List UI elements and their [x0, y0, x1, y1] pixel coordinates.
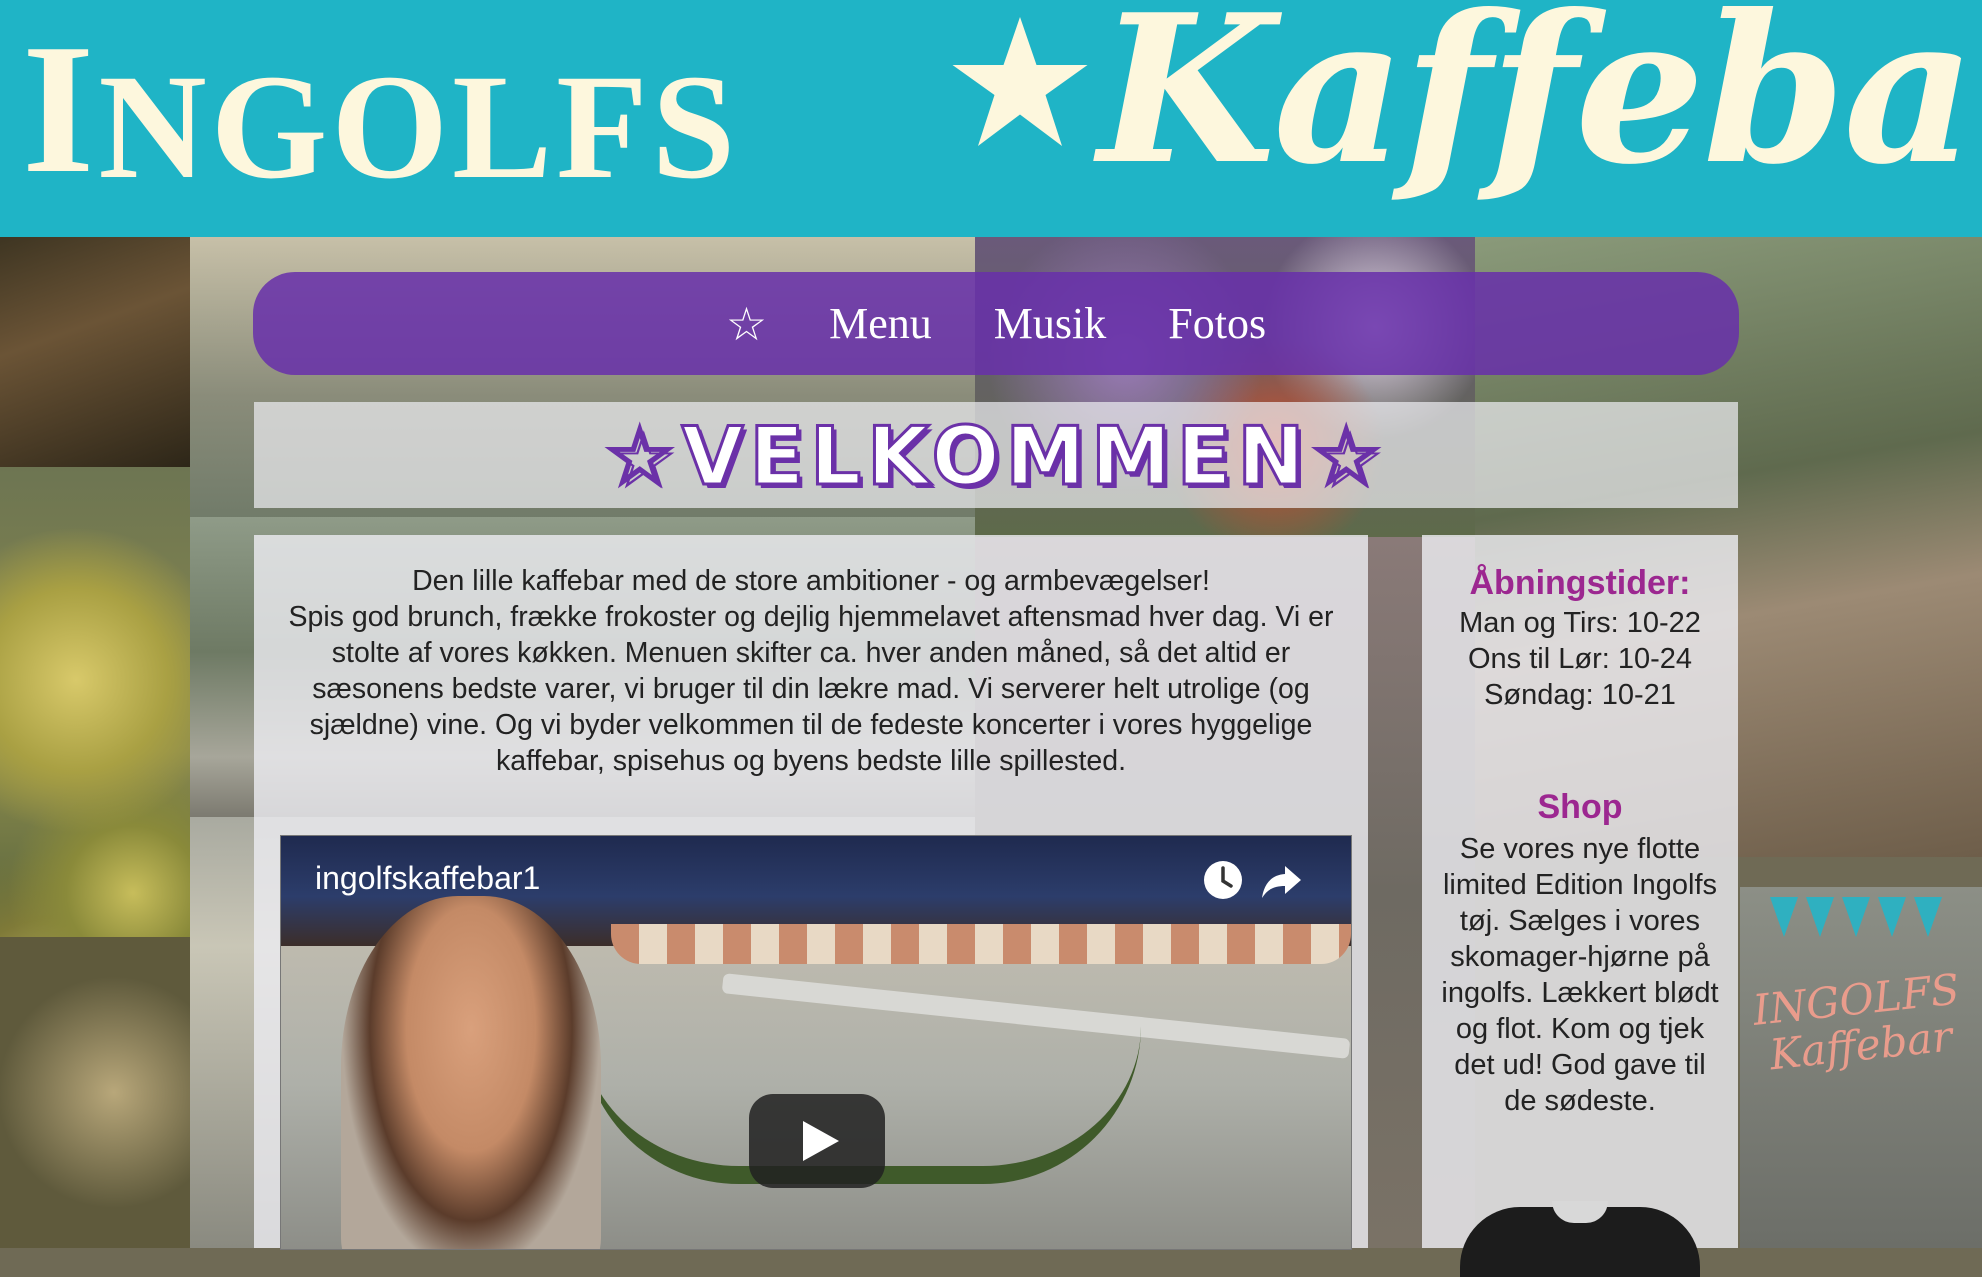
main-content: Den lille kaffebar med de store ambition…: [254, 535, 1368, 1250]
bunting-flag: [1806, 897, 1834, 937]
nav-home-star-icon[interactable]: ☆: [726, 297, 767, 351]
hours-row: Ons til Lør: 10-24: [1467, 643, 1693, 675]
play-icon[interactable]: [749, 1094, 885, 1188]
logo-kaffebar[interactable]: Kaffebar: [1098, 0, 1982, 202]
video-frame-scene: [611, 924, 1351, 964]
logo-word: NGOLFS: [98, 44, 740, 210]
bunting-flag: [1914, 897, 1942, 937]
intro-body: Spis god brunch, frække frokoster og dej…: [288, 601, 1334, 777]
nav-item-menu[interactable]: Menu: [829, 298, 932, 349]
logo-star-icon: [952, 17, 1088, 146]
collage-photo: [0, 937, 190, 1248]
logo-ingolfs[interactable]: I NGOLFS: [22, 2, 739, 202]
hours-row: Søndag: 10-21: [1484, 679, 1676, 711]
collage-photo: [0, 237, 190, 467]
main-nav: ☆ Menu Musik Fotos: [253, 272, 1739, 375]
bunting-flag: [1770, 897, 1798, 937]
tshirt-product-image[interactable]: [1460, 1201, 1700, 1277]
youtube-video-embed[interactable]: ingolfskaffebar1: [280, 835, 1352, 1250]
shop-description: Se vores nye flotte limited Edition Ingo…: [1441, 833, 1719, 1117]
nav-item-fotos[interactable]: Fotos: [1168, 298, 1266, 349]
clock-icon[interactable]: [1201, 858, 1245, 902]
bunting-flag: [1842, 897, 1870, 937]
sidebar: Åbningstider: Man og Tirs: 10-22 Ons til…: [1422, 535, 1738, 1277]
site-header: I NGOLFS Kaffebar: [0, 0, 1982, 237]
bunting-flag: [1878, 897, 1906, 937]
tshirt-collar: [1552, 1201, 1608, 1223]
hours-row: Man og Tirs: 10-22: [1459, 607, 1701, 639]
intro-tagline: Den lille kaffebar med de store ambition…: [412, 565, 1210, 597]
share-icon[interactable]: [1259, 858, 1303, 902]
video-channel-name[interactable]: ingolfskaffebar1: [315, 860, 540, 897]
nav-item-musik[interactable]: Musik: [994, 298, 1106, 349]
shop-heading[interactable]: Shop: [1422, 787, 1738, 827]
hours-list: Man og Tirs: 10-22 Ons til Lør: 10-24 Sø…: [1440, 605, 1720, 713]
hours-heading: Åbningstider:: [1469, 564, 1691, 602]
video-frame-person: [341, 896, 601, 1249]
logo-initial: I: [22, 6, 99, 212]
intro-text: Den lille kaffebar med de store ambition…: [284, 563, 1338, 779]
welcome-banner: ☆VELKOMMEN☆: [254, 402, 1738, 508]
page-title: ☆VELKOMMEN☆: [602, 409, 1389, 505]
